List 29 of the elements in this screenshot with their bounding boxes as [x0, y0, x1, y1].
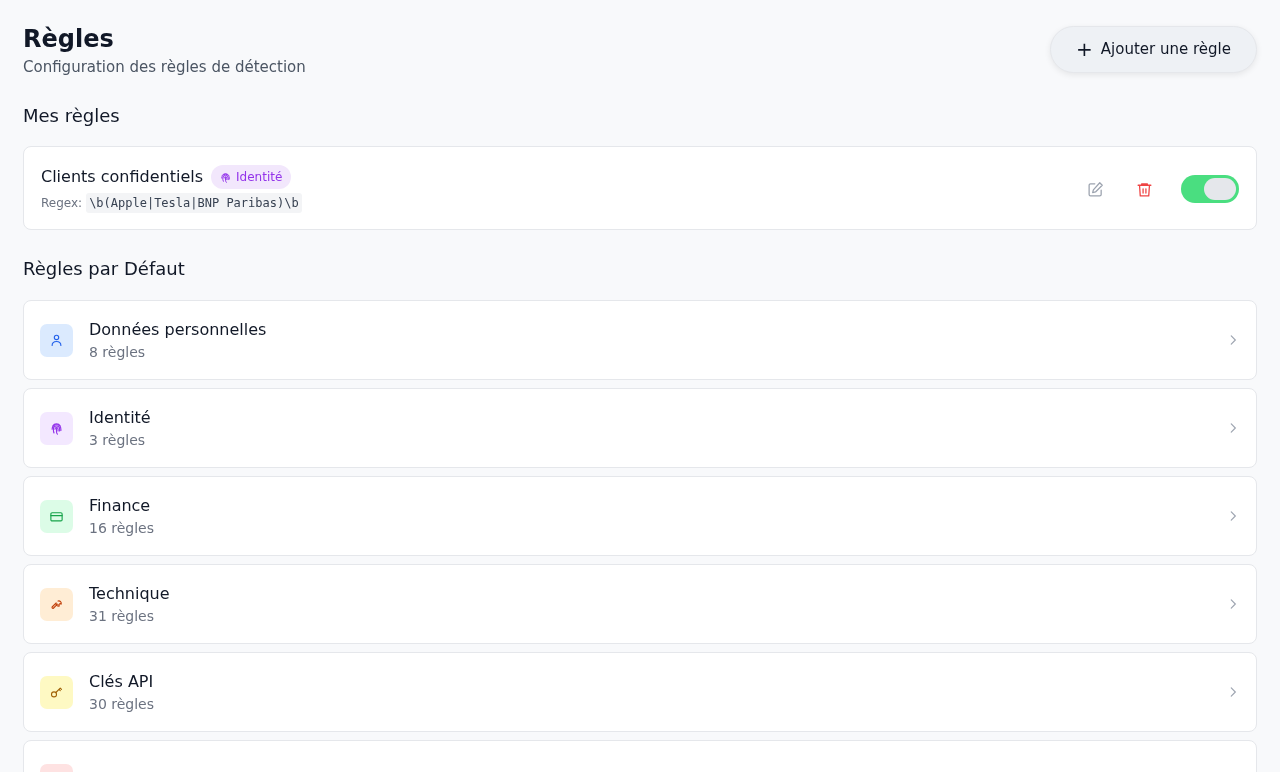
category-name: Finance	[89, 494, 152, 517]
toggle-switch[interactable]	[1181, 175, 1239, 204]
rule-count: 31 règles	[89, 606, 155, 626]
section-heading: Règles par Défaut	[23, 258, 186, 281]
regex-label: Regex:	[41, 195, 83, 213]
fingerprint-icon	[219, 171, 233, 184]
rule-name: Clients confidentiels	[41, 166, 204, 189]
add-rule-button[interactable]: + Ajouter une règle	[1050, 26, 1257, 73]
section-heading: Mes règles	[23, 104, 121, 127]
category-card[interactable]: Données personnelles 8 règles	[23, 300, 1257, 381]
category-name: Identité	[89, 406, 152, 429]
category-card[interactable]: Clés API 30 règles	[23, 652, 1257, 733]
page-title: Règles	[23, 26, 115, 53]
category-card[interactable]: Identité 3 règles	[23, 388, 1257, 469]
category-name: Données personnelles	[89, 318, 268, 341]
fingerprint-icon	[49, 420, 64, 436]
rule-count: 16 règles	[89, 518, 155, 538]
rule-count: 8 règles	[89, 342, 147, 362]
category-name: Technique	[89, 582, 171, 605]
person-icon	[49, 332, 64, 348]
regex-pattern: \b(Apple|Tesla|BNP Paribas)\b	[86, 193, 302, 214]
category-card[interactable]: Finance 16 règles	[23, 476, 1257, 557]
rule-count: 3 règles	[89, 430, 147, 450]
category-card[interactable]: Technique 31 règles	[23, 564, 1257, 645]
key-icon	[49, 684, 64, 700]
page-subtitle: Configuration des règles de détection	[23, 57, 306, 79]
rule-count: 30 règles	[89, 694, 155, 714]
tag-badge: Identité	[211, 165, 292, 190]
category-name: Clés API	[89, 670, 155, 693]
